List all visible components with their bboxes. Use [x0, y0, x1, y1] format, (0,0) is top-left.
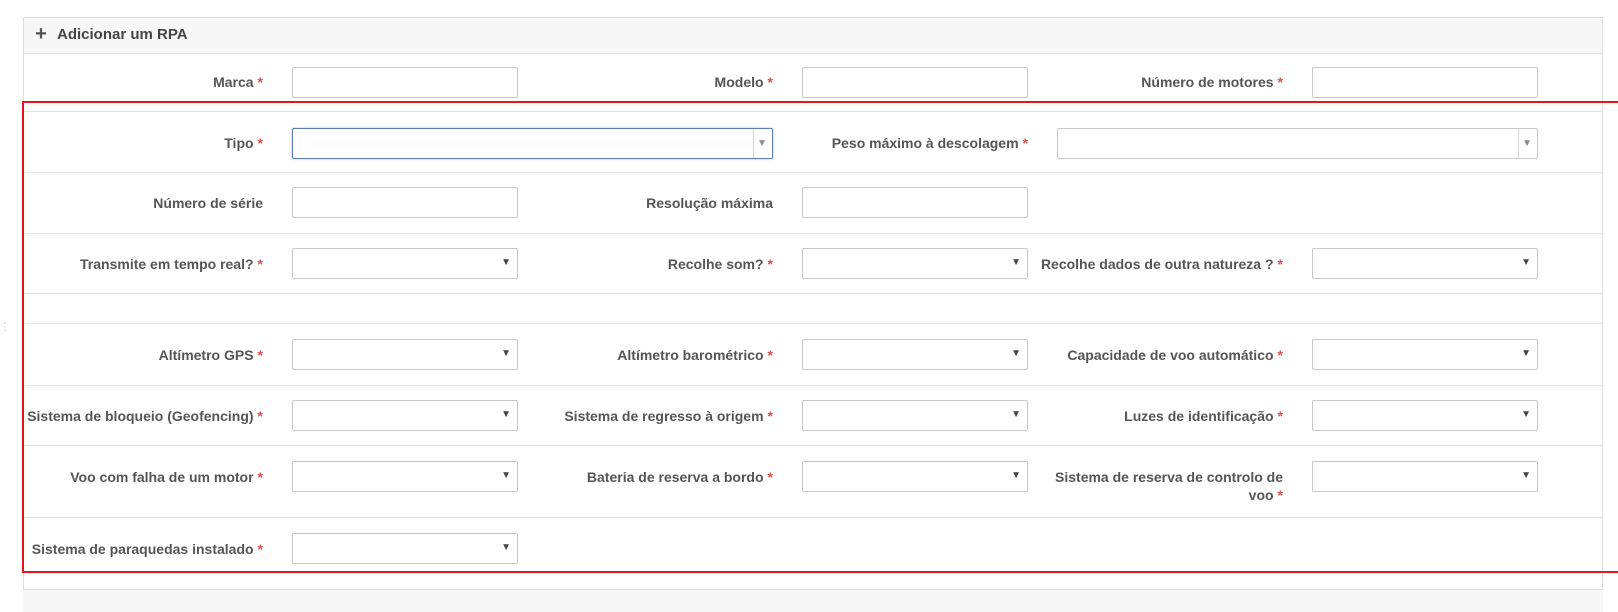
chevron-down-icon: ▼	[501, 409, 511, 420]
tipo-label: Tipo *	[224, 135, 263, 151]
row-divider	[24, 517, 1602, 518]
sistema-paraquedas-label: Sistema de paraquedas instalado *	[31, 541, 263, 557]
tipo-dropdown-toggle[interactable]: ▼	[753, 129, 772, 158]
bateria-reserva-select[interactable]: ▼	[802, 461, 1028, 492]
recolhe-dados-select[interactable]: ▼	[1312, 248, 1538, 279]
altimetro-barometrico-select[interactable]: ▼	[802, 339, 1028, 370]
resolucao-maxima-label: Resolução máxima	[646, 195, 773, 211]
row-divider	[24, 385, 1602, 386]
chevron-down-icon: ▼	[1011, 409, 1021, 420]
row-divider	[24, 111, 1602, 112]
marca-label: Marca *	[213, 74, 263, 90]
luzes-identificacao-select[interactable]: ▼	[1312, 400, 1538, 431]
capacidade-voo-auto-select[interactable]: ▼	[1312, 339, 1538, 370]
transmite-tempo-real-select[interactable]: ▼	[292, 248, 518, 279]
chevron-down-icon: ▼	[501, 348, 511, 359]
chevron-down-icon: ▼	[1521, 257, 1531, 268]
modelo-input[interactable]	[802, 67, 1028, 98]
panel-title: Adicionar um RPA	[57, 26, 188, 43]
numero-motores-label: Número de motores *	[1141, 74, 1283, 90]
chevron-down-icon: ▼	[501, 257, 511, 268]
chevron-down-icon: ▼	[1011, 257, 1021, 268]
row-divider	[24, 445, 1602, 446]
bateria-reserva-label: Bateria de reserva a bordo *	[586, 469, 773, 485]
sistema-regresso-label: Sistema de regresso à origem *	[564, 408, 773, 424]
panel-footer	[23, 589, 1603, 612]
altimetro-gps-select[interactable]: ▼	[292, 339, 518, 370]
chevron-down-icon: ▼	[1521, 409, 1531, 420]
altimetro-gps-label: Altímetro GPS *	[158, 347, 263, 363]
numero-motores-input[interactable]	[1312, 67, 1538, 98]
luzes-identificacao-label: Luzes de identificação *	[1124, 408, 1283, 424]
recolhe-som-label: Recolhe som? *	[667, 256, 773, 272]
plus-icon[interactable]: +	[34, 24, 48, 44]
peso-maximo-combobox[interactable]: ▼	[1057, 128, 1538, 159]
chevron-down-icon: ▼	[501, 542, 511, 553]
row-divider	[24, 233, 1602, 234]
sistema-reserva-controlo-select[interactable]: ▼	[1312, 461, 1538, 492]
resolucao-maxima-input[interactable]	[802, 187, 1028, 218]
transmite-tempo-real-label: Transmite em tempo real? *	[80, 256, 263, 272]
capacidade-voo-auto-label: Capacidade de voo automático *	[1067, 347, 1283, 363]
sistema-bloqueio-label: Sistema de bloqueio (Geofencing) *	[27, 408, 263, 424]
marca-input[interactable]	[292, 67, 518, 98]
chevron-down-icon: ▼	[1011, 470, 1021, 481]
sistema-bloqueio-select[interactable]: ▼	[292, 400, 518, 431]
chevron-down-icon: ▼	[501, 470, 511, 481]
peso-maximo-dropdown-toggle[interactable]: ▼	[1518, 129, 1537, 158]
chevron-down-icon: ▼	[757, 138, 767, 149]
sistema-regresso-select[interactable]: ▼	[802, 400, 1028, 431]
voo-falha-motor-select[interactable]: ▼	[292, 461, 518, 492]
chevron-down-icon: ▼	[1521, 470, 1531, 481]
add-rpa-panel: + Adicionar um RPA	[23, 17, 1603, 611]
voo-falha-motor-label: Voo com falha de um motor *	[70, 469, 263, 485]
panel-heading: + Adicionar um RPA	[24, 18, 1602, 54]
chevron-down-icon: ▼	[1011, 348, 1021, 359]
peso-maximo-label: Peso máximo à descolagem *	[831, 135, 1028, 151]
sistema-paraquedas-select[interactable]: ▼	[292, 533, 518, 564]
row-divider	[24, 172, 1602, 173]
chevron-down-icon: ▼	[1521, 348, 1531, 359]
numero-serie-label: Número de série	[153, 195, 263, 211]
row-divider	[24, 323, 1602, 324]
recolhe-dados-label: Recolhe dados de outra natureza ? *	[1040, 256, 1283, 272]
modelo-label: Modelo *	[714, 74, 773, 90]
sistema-reserva-controlo-label: Sistema de reserva de controlo de voo *	[1055, 469, 1283, 503]
resize-handle[interactable]: ⋮	[0, 322, 10, 333]
row-divider	[24, 293, 1602, 294]
altimetro-barometrico-label: Altímetro barométrico *	[617, 347, 773, 363]
tipo-combobox[interactable]: ▼	[292, 128, 773, 159]
chevron-down-icon: ▼	[1522, 138, 1532, 149]
recolhe-som-select[interactable]: ▼	[802, 248, 1028, 279]
numero-serie-input[interactable]	[292, 187, 518, 218]
